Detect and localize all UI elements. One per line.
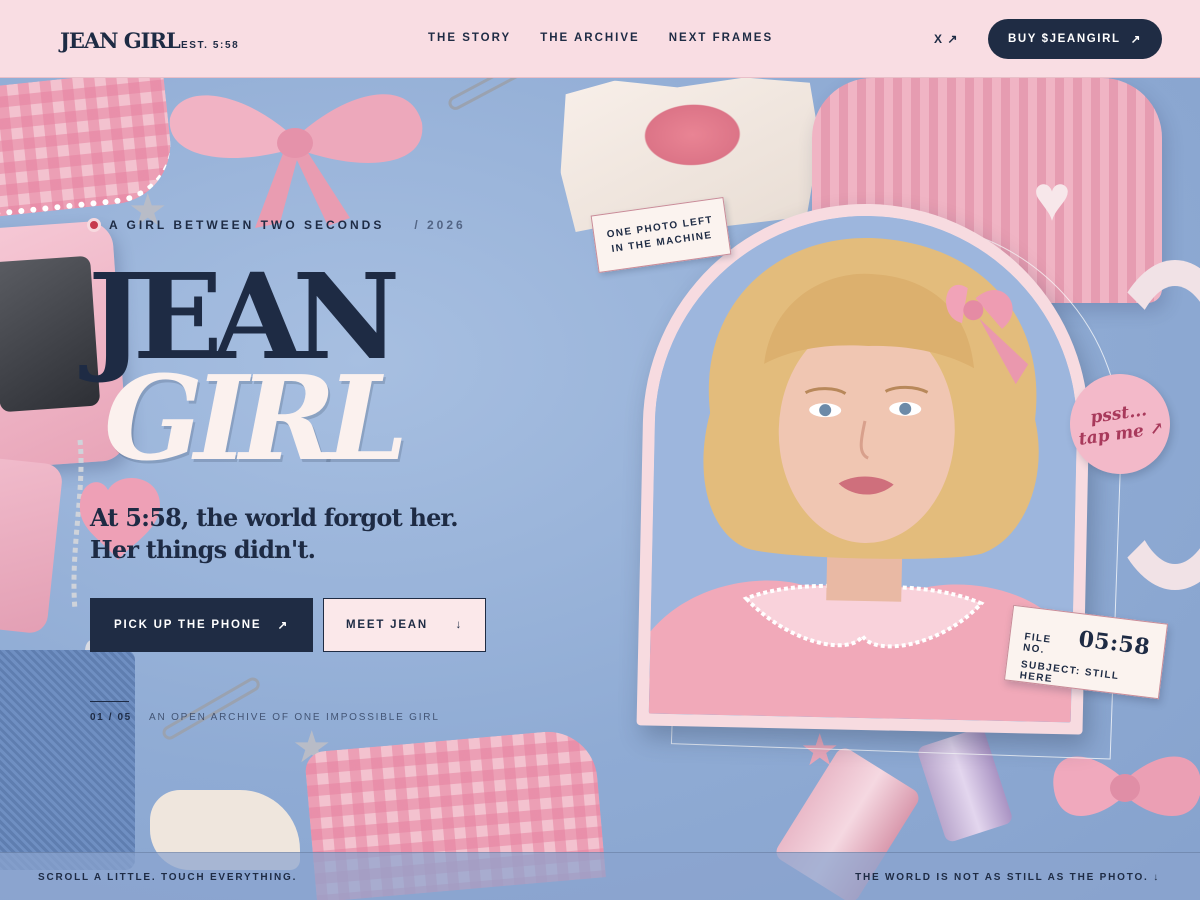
bottom-ticker-bar: SCROLL A LITTLE. TOUCH EVERYTHING. THE W… <box>0 852 1200 900</box>
arrow-down-icon: ↓ <box>455 619 463 631</box>
arrow-up-right-icon: ↗ <box>1130 34 1142 46</box>
meet-jean-button[interactable]: MEET JEAN ↓ <box>323 598 486 652</box>
site-logo[interactable]: JEAN GIRL <box>60 28 181 53</box>
cta-secondary-label: MEET JEAN <box>346 619 429 631</box>
primary-nav-links: THE STORY THE ARCHIVE NEXT FRAMES <box>428 32 773 44</box>
top-navigation-bar: JEAN GIRL EST. 5:58 THE STORY THE ARCHIV… <box>0 0 1200 78</box>
x-social-link[interactable]: X ↗ <box>934 32 958 46</box>
eyebrow-text: A GIRL BETWEEN TWO SECONDS <box>109 218 385 232</box>
arrow-up-right-icon: ↗ <box>277 620 289 632</box>
tagline-line-2: Her things didn't. <box>90 535 316 564</box>
buy-token-button[interactable]: BUY $JEANGIRL ↗ <box>988 19 1162 59</box>
counter-caption: AN OPEN ARCHIVE OF ONE IMPOSSIBLE GIRL <box>149 712 440 723</box>
nav-link-the-archive[interactable]: THE ARCHIVE <box>540 32 640 44</box>
hero-tagline: At 5:58, the world forgot her. Her thing… <box>90 502 470 566</box>
counter-divider <box>90 701 129 702</box>
file-number: 05:58 <box>1077 626 1152 661</box>
cta-primary-label: PICK UP THE PHONE <box>114 619 262 631</box>
slide-counter: 01 / 05 <box>90 712 132 723</box>
est-label: EST. 5:58 <box>181 40 240 51</box>
file-label: FILE NO. <box>1022 631 1053 656</box>
tagline-line-1: At 5:58, the world forgot her. <box>90 503 459 532</box>
hero-title-girl: GIRL <box>104 351 408 487</box>
pick-up-the-phone-button[interactable]: PICK UP THE PHONE ↗ <box>90 598 313 652</box>
record-dot-icon <box>87 218 101 232</box>
hero-eyebrow: A GIRL BETWEEN TWO SECONDS / 2026 <box>87 218 466 232</box>
footer-scroll-hint: SCROLL A LITTLE. TOUCH EVERYTHING. <box>38 872 298 883</box>
eyebrow-year: / 2026 <box>414 218 466 232</box>
denim-pocket-decoration <box>0 650 135 870</box>
nav-link-the-story[interactable]: THE STORY <box>428 32 511 44</box>
pink-bow-decoration <box>169 94 423 228</box>
nav-link-next-frames[interactable]: NEXT FRAMES <box>669 32 773 44</box>
buy-button-label: BUY $JEANGIRL <box>1008 33 1121 45</box>
footer-tagline[interactable]: THE WORLD IS NOT AS STILL AS THE PHOTO. … <box>855 872 1160 883</box>
